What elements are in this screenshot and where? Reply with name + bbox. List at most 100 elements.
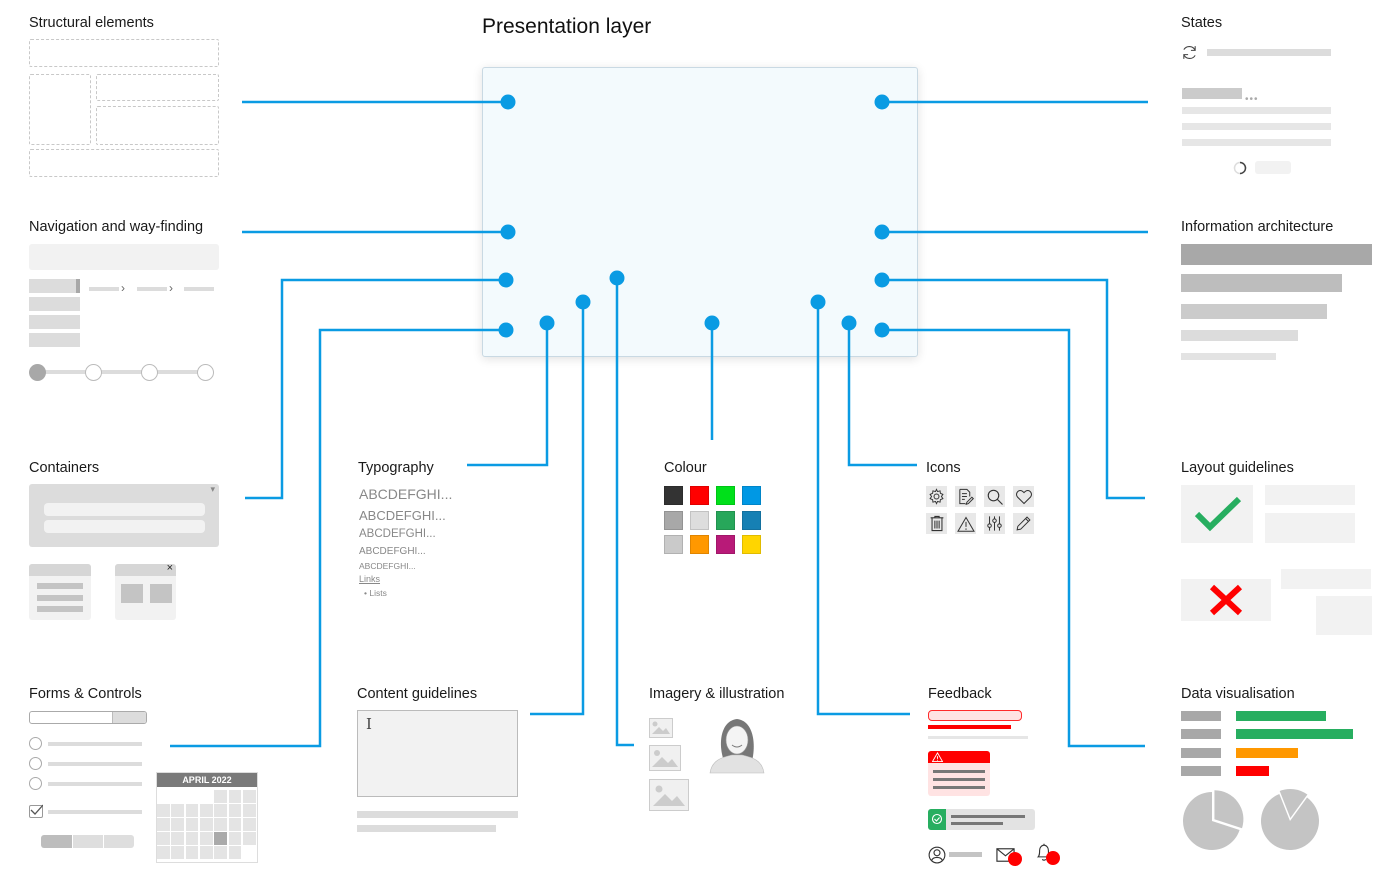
input-button[interactable] [112, 712, 146, 723]
calendar-day[interactable] [242, 832, 256, 845]
hierarchy-level-2 [1181, 274, 1342, 292]
calendar-day[interactable] [157, 846, 170, 859]
check-icon [30, 804, 43, 815]
calendar-day[interactable] [185, 804, 199, 817]
colour-swatch [690, 535, 709, 554]
error-message-bar [928, 725, 1011, 729]
calendar-day[interactable] [214, 846, 227, 859]
link-sample[interactable]: Links [359, 574, 380, 584]
connector-dataviz [882, 328, 1145, 748]
heading-sample-2: ABCDEFGHI... [359, 508, 446, 523]
success-toast [928, 809, 1035, 830]
heading-sample-3: ABCDEFGHI... [359, 528, 436, 540]
hierarchy-level-1 [1181, 244, 1372, 265]
section-title-typography: Typography [358, 460, 434, 476]
colour-swatch [664, 486, 683, 505]
colour-swatch [716, 510, 735, 530]
section-title-info-arch: Information architecture [1181, 219, 1334, 235]
calendar-day[interactable] [199, 818, 213, 831]
connector-layout [882, 278, 1145, 500]
sidebar-region [29, 74, 91, 145]
image-placeholder-icon [649, 718, 673, 738]
calendar-day[interactable] [228, 804, 242, 817]
section-title-layout: Layout guidelines [1181, 460, 1294, 476]
user-icon[interactable] [928, 846, 946, 864]
colour-swatch [742, 535, 761, 554]
calendar-day[interactable] [214, 790, 227, 803]
list-sample: • Lists [364, 588, 387, 598]
section-title-imagery: Imagery & illustration [649, 686, 785, 702]
calendar-day[interactable] [242, 790, 256, 803]
bar [1236, 747, 1298, 758]
calendar-day[interactable] [242, 804, 256, 817]
step [197, 364, 214, 381]
checkmark-icon [1194, 496, 1242, 532]
bell-notification[interactable] [1035, 843, 1062, 868]
mail-notification[interactable] [996, 846, 1022, 868]
spinner-icon [1233, 161, 1247, 175]
dialog-card: × [115, 562, 176, 620]
textarea[interactable]: I [357, 710, 518, 797]
calendar-day[interactable] [185, 818, 199, 831]
radio-button[interactable] [29, 737, 42, 750]
refresh-icon[interactable] [1181, 44, 1198, 61]
gear-icon [926, 486, 947, 507]
hierarchy-level-4 [1181, 330, 1298, 341]
calendar-day[interactable] [157, 832, 170, 845]
calendar-day[interactable] [185, 832, 199, 845]
notification-badge [1008, 852, 1022, 866]
calendar-day[interactable] [157, 804, 170, 817]
radio-button[interactable] [29, 777, 42, 790]
loading-dots: ••• [1245, 94, 1259, 105]
bar [1236, 729, 1353, 740]
calendar-day[interactable] [214, 818, 227, 831]
side-nav-item [29, 315, 80, 329]
section-title-forms: Forms & Controls [29, 686, 142, 702]
error-input[interactable] [928, 710, 1022, 721]
checkbox[interactable] [29, 804, 43, 818]
calendar-day[interactable] [228, 846, 242, 859]
calendar-day[interactable] [171, 832, 185, 845]
presentation-layer-title: Presentation layer [482, 15, 652, 38]
connector-content [530, 302, 585, 716]
chevron-right-icon: › [169, 281, 173, 295]
colour-swatch [664, 535, 683, 554]
segmented-control[interactable] [41, 835, 134, 848]
cross-icon [1209, 584, 1243, 616]
calendar-day[interactable] [157, 818, 170, 831]
heart-icon [1013, 486, 1034, 507]
connector-forms [170, 328, 506, 748]
calendar-day[interactable] [199, 846, 213, 859]
calendar-day[interactable] [171, 818, 185, 831]
calendar-day[interactable] [228, 790, 242, 803]
calendar-day[interactable] [228, 832, 242, 845]
chevron-right-icon: › [121, 281, 125, 295]
side-nav-item [29, 297, 80, 311]
segment[interactable] [103, 835, 134, 848]
calendar-day-selected[interactable] [214, 832, 227, 845]
hierarchy-level-3 [1181, 304, 1327, 319]
segment-active[interactable] [41, 835, 72, 848]
calendar-day[interactable] [214, 804, 227, 817]
heading-sample-1: ABCDEFGHI... [359, 486, 453, 502]
side-nav-item [29, 333, 80, 347]
segment[interactable] [72, 835, 103, 848]
calendar-day[interactable] [199, 832, 213, 845]
calendar-day[interactable] [242, 818, 256, 831]
calendar-day[interactable] [171, 804, 185, 817]
radio-button[interactable] [29, 757, 42, 770]
close-icon[interactable]: × [167, 562, 173, 574]
pie-slice [1214, 790, 1244, 829]
calendar-day[interactable] [228, 818, 242, 831]
calendar-day[interactable] [171, 846, 185, 859]
bar-label [1181, 765, 1221, 776]
section-title-icons: Icons [926, 460, 961, 476]
calendar-day[interactable] [185, 846, 199, 859]
text-input-with-button[interactable] [29, 711, 147, 724]
colour-swatch [742, 486, 761, 505]
section-title-feedback: Feedback [928, 686, 992, 702]
bar [1236, 765, 1269, 776]
calendar-day[interactable] [199, 804, 213, 817]
heading-sample-4: ABCDEFGHI... [359, 546, 426, 557]
skeleton-heading [1182, 88, 1242, 99]
